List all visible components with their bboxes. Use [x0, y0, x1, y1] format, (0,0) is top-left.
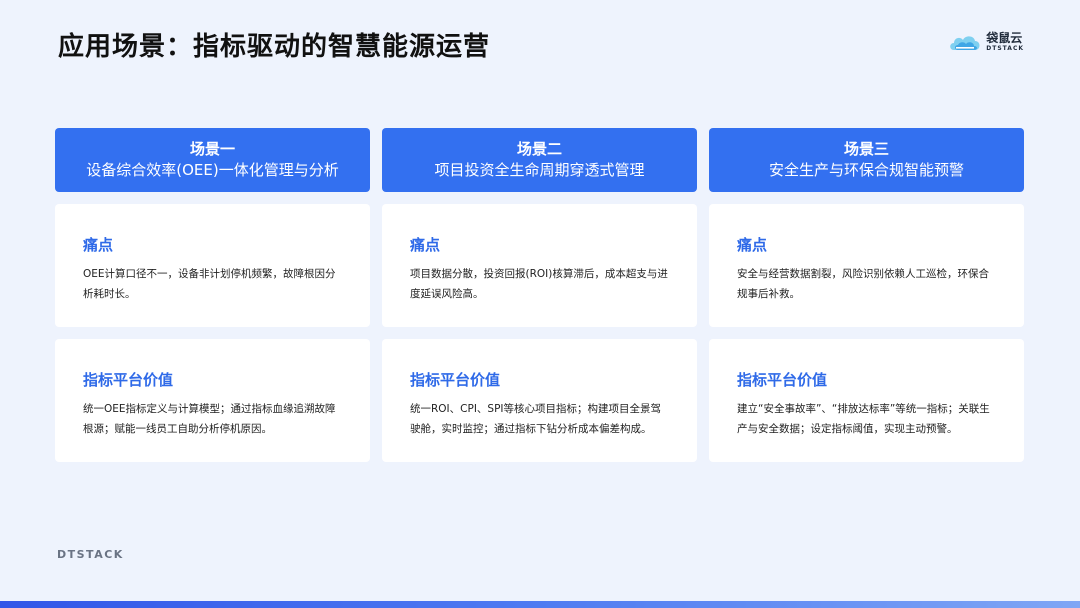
scenario-name: 安全生产与环保合规智能预警 — [768, 161, 964, 179]
value-text: 建立“安全事故率”、“排放达标率”等统一指标；关联生产与安全数据；设定指标阈值，… — [737, 403, 990, 435]
brand-logo: 袋鼠云 DTSTACK — [948, 30, 1024, 54]
scenario-name: 项目投资全生命周期穿透式管理 — [434, 161, 645, 179]
cloud-logo-icon — [950, 36, 980, 50]
value-card: 指标平台价值 统一ROI、CPI、SPI等核心项目指标；构建项目全景驾驶舱，实时… — [382, 339, 697, 462]
value-card: 指标平台价值 建立“安全事故率”、“排放达标率”等统一指标；关联生产与安全数据；… — [709, 339, 1024, 462]
scenario-label: 场景一 — [189, 140, 235, 158]
pain-text: OEE计算口径不一，设备非计划停机频繁，故障根因分析耗时长。 — [83, 268, 336, 300]
scenario-header: 场景二 项目投资全生命周期穿透式管理 — [382, 128, 697, 192]
value-title: 指标平台价值 — [737, 371, 828, 389]
brand-name-en: DTSTACK — [986, 45, 1024, 52]
pain-text: 项目数据分散，投资回报(ROI)核算滞后，成本超支与进度延误风险高。 — [410, 268, 668, 300]
scenario-label: 场景三 — [843, 140, 889, 158]
pain-text: 安全与经营数据割裂，风险识别依赖人工巡检，环保合规事后补救。 — [737, 268, 989, 300]
scenario-label: 场景二 — [516, 140, 562, 158]
brand-name-cn: 袋鼠云 — [986, 31, 1023, 45]
pain-title: 痛点 — [410, 236, 441, 254]
footer-brand: DTSTACK — [57, 548, 124, 561]
pain-card: 痛点 OEE计算口径不一，设备非计划停机频繁，故障根因分析耗时长。 — [55, 204, 370, 327]
page-title: 应用场景：指标驱动的智慧能源运营 — [58, 32, 491, 62]
scenario-name: 设备综合效率(OEE)一体化管理与分析 — [86, 161, 339, 179]
bottom-accent-bar — [0, 601, 1080, 608]
pain-title: 痛点 — [737, 236, 768, 254]
value-title: 指标平台价值 — [83, 371, 174, 389]
value-text: 统一OEE指标定义与计算模型；通过指标血缘追溯故障根源；赋能一线员工自助分析停机… — [83, 403, 336, 435]
pain-title: 痛点 — [83, 236, 114, 254]
pain-card: 痛点 项目数据分散，投资回报(ROI)核算滞后，成本超支与进度延误风险高。 — [382, 204, 697, 327]
scenario-header: 场景一 设备综合效率(OEE)一体化管理与分析 — [55, 128, 370, 192]
value-card: 指标平台价值 统一OEE指标定义与计算模型；通过指标血缘追溯故障根源；赋能一线员… — [55, 339, 370, 462]
value-text: 统一ROI、CPI、SPI等核心项目指标；构建项目全景驾驶舱，实时监控；通过指标… — [410, 403, 662, 435]
value-title: 指标平台价值 — [410, 371, 501, 389]
pain-card: 痛点 安全与经营数据割裂，风险识别依赖人工巡检，环保合规事后补救。 — [709, 204, 1024, 327]
scenario-header: 场景三 安全生产与环保合规智能预警 — [709, 128, 1024, 192]
